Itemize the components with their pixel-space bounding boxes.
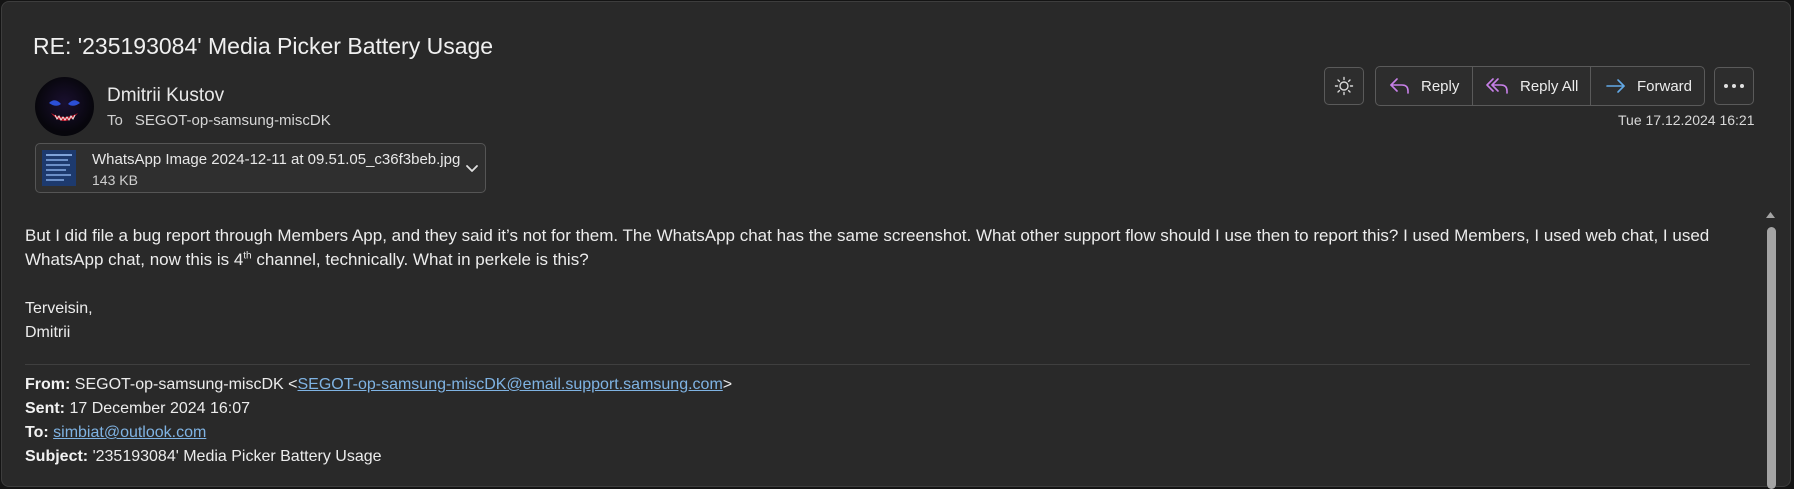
- body-paragraph: But I did file a bug report through Memb…: [25, 226, 1710, 269]
- message-body: But I did file a bug report through Memb…: [25, 224, 1765, 272]
- scroll-up-arrow[interactable]: [1765, 210, 1776, 219]
- quoted-to-line: To: simbiat@outlook.com: [25, 424, 207, 441]
- ellipsis-icon: [1724, 84, 1744, 88]
- from-email-link[interactable]: SEGOT-op-samsung-miscDK@email.support.sa…: [298, 376, 723, 393]
- forward-button[interactable]: Forward: [1590, 67, 1704, 105]
- recipient-line: To SEGOT-op-samsung-miscDK: [107, 112, 331, 129]
- attachment-size: 143 KB: [92, 172, 138, 188]
- to-label: To: [107, 112, 123, 129]
- attachment-thumbnail: [42, 150, 76, 186]
- quote-divider: [25, 364, 1750, 365]
- reading-pane: RE: '235193084' Media Picker Battery Usa…: [1, 1, 1791, 489]
- quoted-sent-line: Sent: 17 December 2024 16:07: [25, 400, 251, 417]
- reply-label: Reply: [1421, 77, 1460, 95]
- forward-arrow-icon: [1606, 79, 1625, 93]
- more-actions-button[interactable]: [1714, 67, 1754, 105]
- sun-icon: [1334, 76, 1354, 96]
- closing-line: Terveisin,: [25, 300, 93, 317]
- reply-all-button[interactable]: Reply All: [1472, 67, 1590, 105]
- toggle-theme-button[interactable]: [1324, 67, 1364, 105]
- to-email-link[interactable]: simbiat@outlook.com: [53, 424, 206, 441]
- forward-label: Forward: [1637, 77, 1693, 95]
- email-subject: RE: '235193084' Media Picker Battery Usa…: [33, 33, 494, 59]
- attachment-card[interactable]: WhatsApp Image 2024-12-11 at 09.51.05_c3…: [35, 143, 486, 193]
- quoted-headers: From: SEGOT-op-samsung-miscDK <SEGOT-op-…: [25, 373, 732, 469]
- signature-name: Dmitrii: [25, 324, 71, 341]
- sender-avatar[interactable]: [35, 77, 94, 136]
- attachment-name: WhatsApp Image 2024-12-11 at 09.51.05_c3…: [92, 151, 461, 168]
- signature-block: Terveisin, Dmitrii: [25, 297, 93, 345]
- reply-button[interactable]: Reply: [1376, 67, 1472, 105]
- scrollbar-thumb[interactable]: [1767, 227, 1776, 489]
- message-actions: Reply Reply All Forward: [1375, 66, 1705, 106]
- reply-all-arrow-icon: [1486, 78, 1508, 94]
- quoted-subject-line: Subject: '235193084' Media Picker Batter…: [25, 448, 382, 465]
- reply-all-label: Reply All: [1520, 77, 1579, 95]
- quoted-from-line: From: SEGOT-op-samsung-miscDK <SEGOT-op-…: [25, 376, 733, 393]
- sent-date: Tue 17.12.2024 16:21: [1618, 112, 1755, 128]
- chevron-down-icon[interactable]: [464, 160, 480, 176]
- recipient-name[interactable]: SEGOT-op-samsung-miscDK: [135, 112, 331, 129]
- reply-arrow-icon: [1390, 78, 1409, 94]
- sender-name[interactable]: Dmitrii Kustov: [107, 85, 224, 107]
